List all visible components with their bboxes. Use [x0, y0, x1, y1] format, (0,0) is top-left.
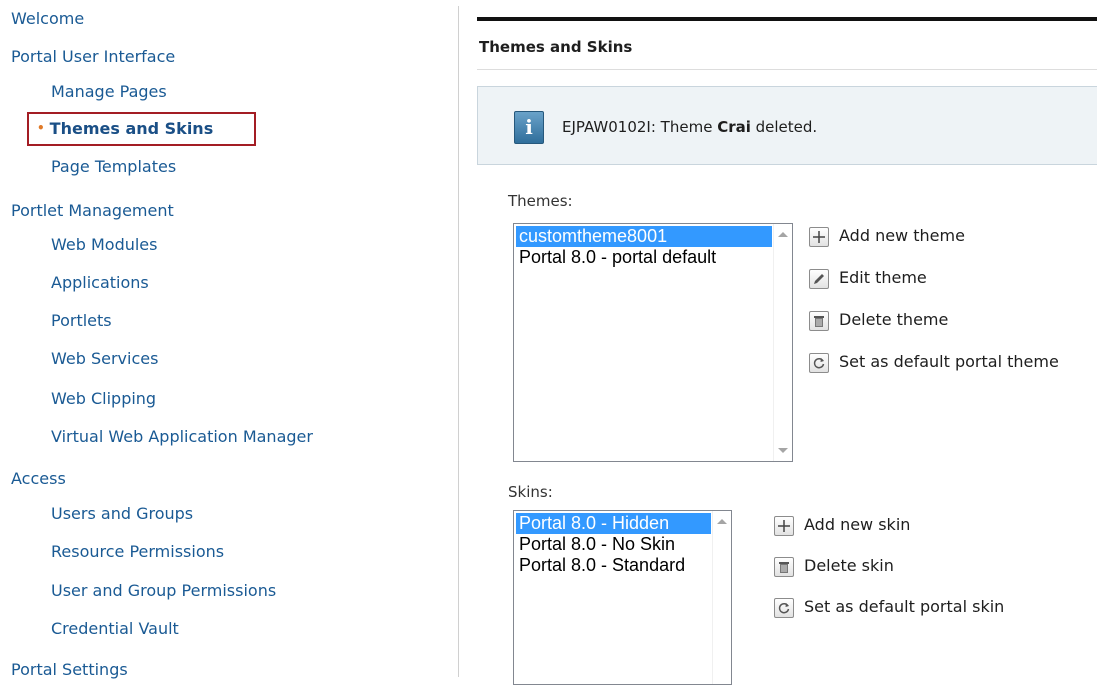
nav-item-users-and-groups[interactable]: Users and Groups	[51, 504, 193, 524]
info-icon: i	[514, 111, 544, 144]
action-label: Delete skin	[804, 556, 894, 575]
action-label: Add new theme	[839, 226, 965, 245]
themes-scrollbar[interactable]	[773, 224, 792, 461]
nav-item-welcome[interactable]: Welcome	[11, 9, 84, 29]
nav-item-user-and-group-permissions[interactable]: User and Group Permissions	[51, 581, 276, 601]
skins-label: Skins:	[508, 483, 553, 501]
nav-item-web-clipping[interactable]: Web Clipping	[51, 389, 156, 409]
set-default-icon	[774, 598, 794, 618]
nav-item-portlet-management[interactable]: Portlet Management	[11, 201, 174, 221]
delete-icon	[809, 311, 829, 331]
page-title: Themes and Skins	[479, 38, 633, 56]
title-divider	[477, 69, 1097, 70]
action-label: Edit theme	[839, 268, 927, 287]
nav-item-resource-permissions[interactable]: Resource Permissions	[51, 542, 224, 562]
skin-option-no-skin[interactable]: Portal 8.0 - No Skin	[516, 534, 711, 555]
nav-item-portal-settings[interactable]: Portal Settings	[11, 660, 128, 680]
add-icon	[774, 516, 794, 536]
themes-label: Themes:	[508, 192, 573, 210]
skin-option-standard[interactable]: Portal 8.0 - Standard	[516, 555, 711, 576]
set-default-icon	[809, 353, 829, 373]
nav-item-page-templates[interactable]: Page Templates	[51, 157, 176, 177]
delete-icon	[774, 557, 794, 577]
nav-item-portal-user-interface[interactable]: Portal User Interface	[11, 47, 175, 67]
action-label: Delete theme	[839, 310, 949, 329]
themes-listbox[interactable]: customtheme8001 Portal 8.0 - portal defa…	[513, 223, 793, 462]
nav-item-manage-pages[interactable]: Manage Pages	[51, 82, 167, 102]
add-icon	[809, 227, 829, 247]
portal-admin-navigation: Welcome Portal User Interface Manage Pag…	[0, 0, 458, 680]
nav-item-virtual-web-application-manager[interactable]: Virtual Web Application Manager	[51, 427, 313, 447]
selected-bullet-icon: •	[37, 121, 45, 135]
nav-item-access[interactable]: Access	[11, 469, 66, 489]
action-label: Set as default portal skin	[804, 597, 1005, 616]
nav-item-web-modules[interactable]: Web Modules	[51, 235, 157, 255]
scroll-down-icon[interactable]	[778, 448, 788, 453]
info-message-banner: i EJPAW0102I: Theme Crai deleted.	[477, 86, 1097, 165]
theme-option-portal-default[interactable]: Portal 8.0 - portal default	[516, 247, 772, 268]
nav-item-portlets[interactable]: Portlets	[51, 311, 112, 331]
nav-item-credential-vault[interactable]: Credential Vault	[51, 619, 179, 639]
deleted-theme-name: Crai	[717, 118, 751, 136]
scroll-up-icon[interactable]	[778, 232, 788, 237]
skins-listbox[interactable]: Portal 8.0 - Hidden Portal 8.0 - No Skin…	[513, 510, 732, 685]
message-prefix: EJPAW0102I: Theme	[562, 118, 718, 136]
skins-scrollbar[interactable]	[712, 511, 731, 684]
nav-divider	[458, 6, 459, 677]
action-label: Add new skin	[804, 515, 911, 534]
nav-item-themes-and-skins[interactable]: • Themes and Skins	[37, 119, 213, 140]
nav-item-label: Themes and Skins	[49, 119, 214, 138]
nav-item-web-services[interactable]: Web Services	[51, 349, 158, 369]
header-bar	[477, 17, 1097, 21]
theme-option-customtheme8001[interactable]: customtheme8001	[516, 226, 772, 247]
nav-item-applications[interactable]: Applications	[51, 273, 149, 293]
scroll-up-icon[interactable]	[717, 519, 727, 524]
edit-icon	[809, 269, 829, 289]
message-text: EJPAW0102I: Theme Crai deleted.	[562, 118, 817, 136]
message-suffix: deleted.	[750, 118, 818, 136]
action-label: Set as default portal theme	[839, 352, 1059, 371]
skin-option-hidden[interactable]: Portal 8.0 - Hidden	[516, 513, 711, 534]
